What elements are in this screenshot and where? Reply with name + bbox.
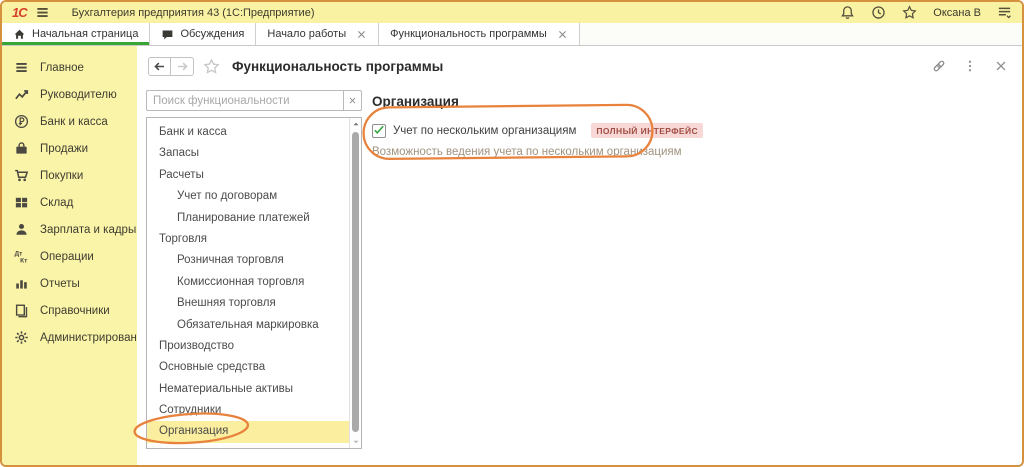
gear-icon	[14, 330, 29, 345]
sidebar-item-label: Банк и касса	[40, 116, 108, 128]
list-item-производство[interactable]: Производство	[147, 336, 349, 357]
tabbar-filler	[580, 23, 1022, 45]
form-area: Функциональность программы Банк и кассаЗ…	[137, 46, 1022, 465]
close-form-icon[interactable]	[994, 59, 1008, 73]
sidebar-item-label: Руководителю	[40, 89, 117, 101]
sidebar-item-label: Продажи	[40, 143, 88, 155]
sidebar-item-label: Операции	[40, 251, 94, 263]
list-item-учет-по-договорам[interactable]: Учет по договорам	[147, 186, 349, 207]
dtkt-icon: ДтКт	[14, 249, 29, 264]
list-item-организация[interactable]: Организация	[147, 421, 349, 442]
list-item-нематериальные-активы[interactable]: Нематериальные активы	[147, 379, 349, 400]
list-item-внешняя-торговля[interactable]: Внешняя торговля	[147, 293, 349, 314]
sidebar-item-label: Справочники	[40, 305, 110, 317]
bag-icon	[14, 141, 29, 156]
svg-text:Кт: Кт	[20, 258, 28, 264]
chat-icon	[161, 28, 174, 41]
tab-close-icon[interactable]	[557, 29, 568, 40]
more-actions-icon[interactable]	[963, 59, 977, 73]
cart-icon	[14, 168, 29, 183]
scrollbar-thumb[interactable]	[352, 132, 359, 432]
sidebar-item-руководителю[interactable]: Руководителю	[2, 81, 137, 108]
multi-org-checkbox-label[interactable]: Учет по нескольким организациям	[393, 125, 576, 137]
ruble-icon	[14, 114, 29, 129]
forward-button[interactable]	[171, 57, 194, 76]
form-header: Функциональность программы	[137, 46, 1022, 86]
history-icon[interactable]	[871, 5, 886, 20]
tab-функциональность-программы[interactable]: Функциональность программы	[379, 23, 580, 45]
favorites-star-icon[interactable]	[902, 5, 917, 20]
form-title: Функциональность программы	[232, 59, 443, 74]
clear-search-icon[interactable]	[344, 90, 362, 111]
add-to-favorites-icon[interactable]	[203, 58, 220, 75]
boxes-icon	[14, 195, 29, 210]
list-item-обязательная-маркировка[interactable]: Обязательная маркировка	[147, 315, 349, 336]
back-button[interactable]	[148, 57, 171, 76]
sidebar-item-продажи[interactable]: Продажи	[2, 135, 137, 162]
tab-label: Начальная страница	[32, 28, 138, 40]
sections-sidebar: Главное Руководителю Банк и касса Продажи По…	[2, 46, 137, 465]
window-title: Бухгалтерия предприятия 43 (1С:Предприят…	[72, 7, 315, 19]
list-item-розничная-торговля[interactable]: Розничная торговля	[147, 250, 349, 271]
1c-logo: 1С	[12, 6, 27, 19]
list-scrollbar[interactable]	[349, 118, 361, 448]
section-settings-pane: Организация Учет по нескольким организац…	[362, 90, 1008, 465]
list-item-торговля[interactable]: Торговля	[147, 229, 349, 250]
main-menu-icon[interactable]	[35, 5, 50, 20]
tab-обсуждения[interactable]: Обсуждения	[150, 23, 256, 45]
sidebar-item-label: Зарплата и кадры	[40, 224, 136, 236]
sidebar-item-администрирование[interactable]: Администрирование	[2, 324, 137, 351]
search-input[interactable]	[146, 90, 344, 111]
get-link-icon[interactable]	[932, 59, 946, 73]
tab-label: Обсуждения	[180, 28, 244, 40]
tab-bar: Начальная страница Обсуждения Начало работ…	[2, 23, 1022, 46]
tab-начало-работы[interactable]: Начало работы	[256, 23, 379, 45]
list-item-расчеты[interactable]: Расчеты	[147, 165, 349, 186]
service-settings-menu-icon[interactable]	[997, 5, 1012, 20]
sidebar-item-покупки[interactable]: Покупки	[2, 162, 137, 189]
menu-icon	[14, 60, 29, 75]
notifications-bell-icon[interactable]	[840, 5, 855, 20]
list-item-банк-и-касса[interactable]: Банк и касса	[147, 122, 349, 143]
functionality-tree-pane: Банк и кассаЗапасыРасчетыУчет по договор…	[146, 90, 362, 465]
sidebar-item-операции[interactable]: ДтКт Операции	[2, 243, 137, 270]
books-icon	[14, 303, 29, 318]
sidebar-item-справочники[interactable]: Справочники	[2, 297, 137, 324]
sidebar-item-зарплата-и-кадры[interactable]: Зарплата и кадры	[2, 216, 137, 243]
multi-org-checkbox[interactable]	[372, 124, 386, 138]
sidebar-item-склад[interactable]: Склад	[2, 189, 137, 216]
section-heading: Организация	[372, 94, 1008, 109]
home-icon	[13, 28, 26, 41]
sidebar-item-банк-и-касса[interactable]: Банк и касса	[2, 108, 137, 135]
scroll-down-icon[interactable]	[350, 436, 361, 448]
trend-icon	[14, 87, 29, 102]
list-item-запасы[interactable]: Запасы	[147, 143, 349, 164]
tab-close-icon[interactable]	[356, 29, 367, 40]
tab-label: Функциональность программы	[390, 28, 547, 40]
functionality-list: Банк и кассаЗапасыРасчетыУчет по договор…	[146, 117, 362, 449]
chart-icon	[14, 276, 29, 291]
sidebar-item-label: Отчеты	[40, 278, 80, 290]
list-item-комиссионная-торговля[interactable]: Комиссионная торговля	[147, 272, 349, 293]
scroll-up-icon[interactable]	[350, 118, 361, 130]
list-item-сотрудники[interactable]: Сотрудники	[147, 400, 349, 421]
sidebar-item-label: Главное	[40, 62, 84, 74]
list-item-основные-средства[interactable]: Основные средства	[147, 357, 349, 378]
sidebar-item-label: Администрирование	[40, 332, 150, 344]
title-bar: 1С Бухгалтерия предприятия 43 (1С:Предпр…	[2, 2, 1022, 23]
tab-label: Начало работы	[267, 28, 346, 40]
app-window: 1С Бухгалтерия предприятия 43 (1С:Предпр…	[0, 0, 1024, 467]
current-user[interactable]: Оксана В	[933, 7, 981, 19]
sidebar-item-отчеты[interactable]: Отчеты	[2, 270, 137, 297]
sidebar-item-label: Покупки	[40, 170, 83, 182]
sidebar-item-главное[interactable]: Главное	[2, 54, 137, 81]
sidebar-item-label: Склад	[40, 197, 73, 209]
svg-text:Дт: Дт	[14, 251, 23, 258]
person-icon	[14, 222, 29, 237]
multi-org-description: Возможность ведения учета по нескольким …	[372, 146, 1008, 158]
tab-начальная-страница[interactable]: Начальная страница	[2, 23, 150, 45]
list-item-планирование-платежей[interactable]: Планирование платежей	[147, 208, 349, 229]
full-interface-badge: ПОЛНЫЙ ИНТЕРФЕЙС	[591, 123, 703, 138]
